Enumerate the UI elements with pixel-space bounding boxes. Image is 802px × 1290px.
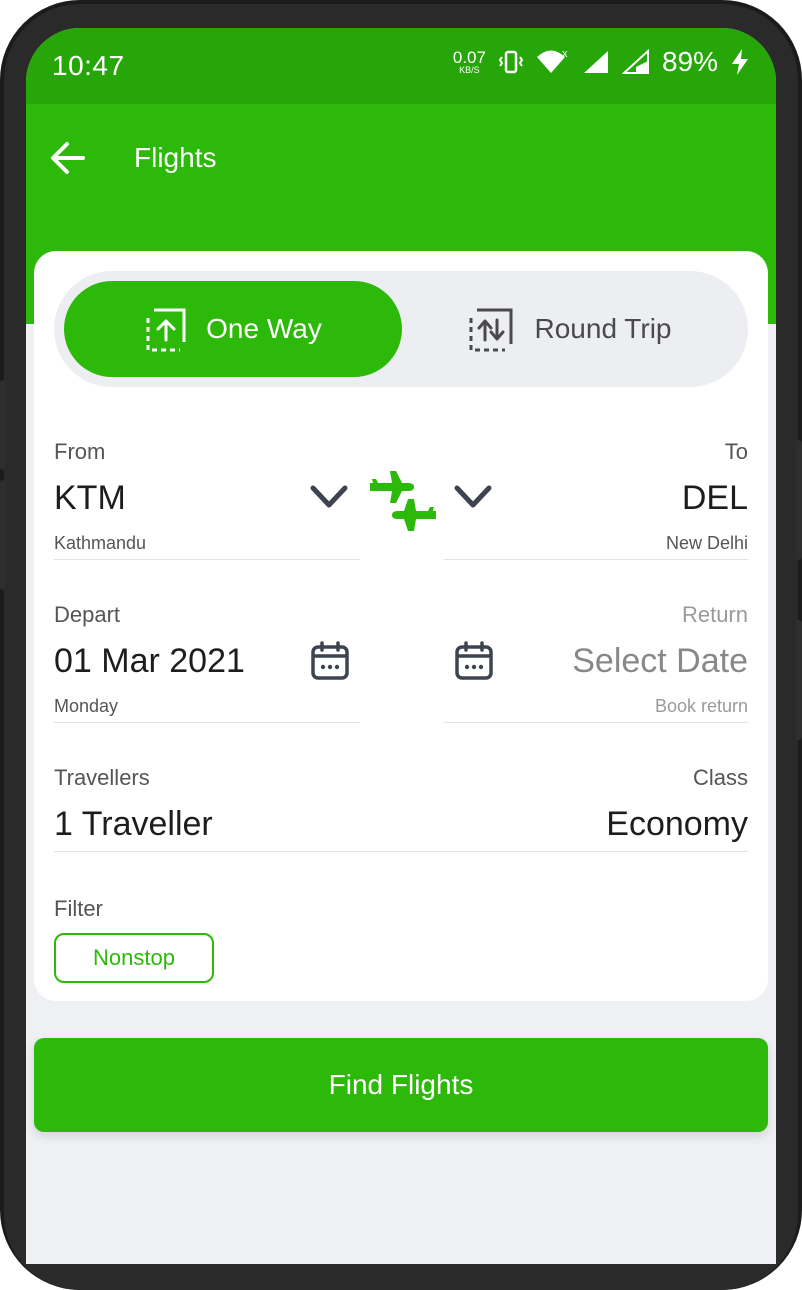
to-code[interactable]: DEL [682, 479, 748, 518]
status-icons: 0.07 KB/S x 89% [453, 46, 750, 78]
vibrate-icon [498, 50, 524, 74]
travellers-label: Travellers [54, 765, 150, 790]
depart-underline [54, 722, 360, 723]
page-title: Flights [134, 142, 217, 173]
one-way-label: One Way [206, 313, 322, 344]
depart-label: Depart [54, 602, 121, 627]
phone-side-button [0, 380, 6, 470]
swap-planes-icon[interactable] [368, 461, 438, 537]
round-trip-label: Round Trip [534, 313, 672, 344]
one-way-icon [146, 308, 186, 352]
status-bar: 10:47 0.07 KB/S x 89% [26, 28, 776, 104]
search-card: One Way Round Trip From KTM Kathmandu To… [34, 251, 768, 1001]
trip-type-toggle: One Way Round Trip [54, 271, 748, 387]
to-city: New Delhi [665, 533, 748, 553]
phone-side-button [796, 620, 802, 740]
from-label: From [54, 439, 106, 464]
network-speed-unit: KB/S [459, 65, 480, 75]
to-underline [444, 559, 748, 560]
from-city: Kathmandu [54, 533, 147, 553]
battery-charging-icon [732, 49, 748, 75]
calendar-icon[interactable] [454, 641, 494, 681]
return-label: Return [681, 602, 748, 627]
depart-day: Monday [54, 696, 119, 716]
depart-date[interactable]: 01 Mar 2021 [54, 642, 245, 681]
back-arrow-icon[interactable] [50, 140, 86, 176]
return-hint: Book return [654, 696, 748, 716]
from-underline [54, 559, 360, 560]
phone-side-button [0, 480, 6, 590]
round-trip-icon [469, 308, 513, 352]
signal-icon [621, 49, 649, 74]
travellers-underline [54, 851, 748, 852]
class-label: Class [692, 765, 748, 790]
network-speed: 0.07 KB/S [453, 49, 486, 75]
chevron-down-icon[interactable] [454, 485, 492, 509]
filter-label: Filter [54, 896, 103, 921]
network-speed-value: 0.07 [452, 48, 486, 67]
find-flights-button[interactable]: Find Flights [34, 1038, 768, 1132]
from-code[interactable]: KTM [54, 479, 126, 518]
one-way-tab[interactable]: One Way [64, 281, 402, 377]
signal-icon [583, 51, 608, 73]
return-date[interactable]: Select Date [572, 642, 748, 681]
calendar-icon[interactable] [310, 641, 350, 681]
travellers-value[interactable]: 1 Traveller [54, 805, 213, 844]
round-trip-tab[interactable]: Round Trip [400, 281, 738, 377]
to-label: To [724, 439, 748, 464]
battery-percent: 89% [661, 46, 718, 77]
svg-text:x: x [562, 48, 568, 60]
app-bar: Flights [26, 104, 776, 214]
wifi-icon: x [536, 48, 568, 73]
return-underline [444, 722, 748, 723]
chevron-down-icon[interactable] [310, 485, 348, 509]
class-value[interactable]: Economy [606, 805, 748, 844]
nonstop-filter-chip[interactable]: Nonstop [54, 933, 214, 983]
screen: 10:47 0.07 KB/S x 89% Flights One Way Ro… [26, 28, 776, 1264]
status-time: 10:47 [52, 50, 125, 81]
phone-side-button [796, 440, 802, 560]
